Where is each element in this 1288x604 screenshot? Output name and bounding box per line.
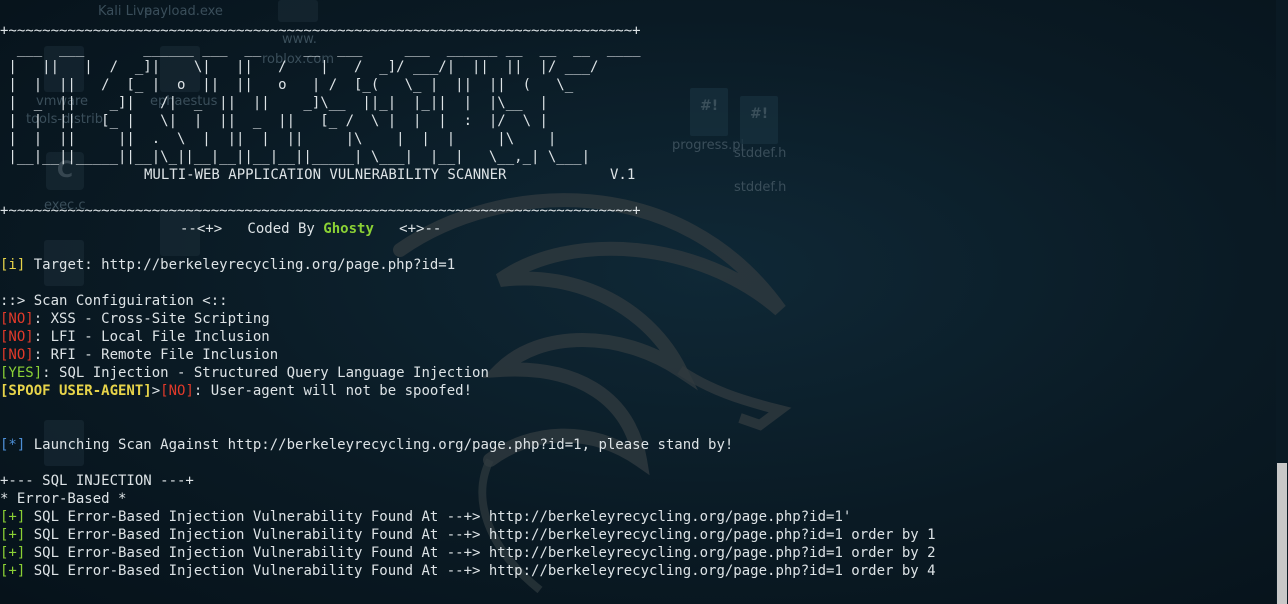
banner-border-bottom: +~~~~~~~~~~~~~~~~~~~~~~~~~~~~~~~~~~~~~~~… <box>0 203 641 219</box>
scrollbar-track[interactable] <box>1276 0 1288 604</box>
status-tag: [NO] <box>0 329 34 345</box>
error-based-header: * Error-Based * <box>0 491 127 507</box>
script-file-icon: #! <box>740 96 778 144</box>
status-tag: [NO] <box>0 311 34 327</box>
banner-art-line: | | || || . \ | || | || |\ | | | |\ | <box>0 131 557 147</box>
desktop-label: stddef.h <box>734 180 787 195</box>
desktop-label: payload.exe <box>144 4 223 19</box>
info-tag: [i] <box>0 257 26 273</box>
config-row: [YES]: SQL Injection - Structured Query … <box>0 365 489 381</box>
result-row: [+] SQL Error-Based Injection Vulnerabil… <box>0 545 936 561</box>
banner-art-line: | | || [_ | \| | || _ || [_ / \ | | | : … <box>0 113 548 129</box>
terminal-window[interactable]: Kali Live payload.exe www. roblox.com vm… <box>0 0 1288 604</box>
config-row: [NO]: LFI - Local File Inclusion <box>0 329 270 345</box>
target-line: [i] Target: http://berkeleyrecycling.org… <box>0 257 456 273</box>
desktop-label: progress.pl <box>672 138 745 153</box>
desktop-label: stddef.h <box>734 146 787 161</box>
result-row: [+] SQL Error-Based Injection Vulnerabil… <box>0 509 852 525</box>
desktop-label: Kali Live <box>98 4 153 19</box>
spoof-tag: [SPOOF USER-AGENT] <box>0 383 152 399</box>
found-tag: [+] <box>0 563 26 579</box>
folder-icon <box>278 0 318 22</box>
result-row: [+] SQL Error-Based Injection Vulnerabil… <box>0 527 936 543</box>
banner-art-line: | _ || _]| /| _ || || _]\__ ||_| |_|| | … <box>0 95 548 111</box>
found-tag: [+] <box>0 545 26 561</box>
banner-art-line: ___ ___ ______ ___ __ __ ___ ___ ______ … <box>0 41 641 57</box>
banner-art-line: | || | / _]| \| || / | / _]/ ___/| || ||… <box>0 59 599 75</box>
status-tag: [NO] <box>160 383 194 399</box>
found-tag: [+] <box>0 509 26 525</box>
scrollbar-thumb[interactable] <box>1277 463 1287 604</box>
banner-art-line: |__|__||_____||__|\_||__|__||__|__||____… <box>0 149 591 165</box>
sqli-header: +--- SQL INJECTION ---+ <box>0 473 194 489</box>
spoof-row: [SPOOF USER-AGENT]>[NO]: User-agent will… <box>0 383 473 399</box>
coded-by-line: --<+> Coded By Ghosty <+>-- <box>180 221 442 237</box>
script-file-icon: #! <box>690 88 728 136</box>
author-name: Ghosty <box>323 221 374 237</box>
config-row: [NO]: XSS - Cross-Site Scripting <box>0 311 270 327</box>
banner-subtitle: MULTI-WEB APPLICATION VULNERABILITY SCAN… <box>144 167 507 183</box>
result-row: [+] SQL Error-Based Injection Vulnerabil… <box>0 563 936 579</box>
launch-tag: [*] <box>0 437 26 453</box>
banner-art-line: | | || / [_ | o || || o | / [_( \_ | || … <box>0 77 574 93</box>
config-header: ::> Scan Configuiration <:: <box>0 293 228 309</box>
status-tag: [NO] <box>0 347 34 363</box>
launch-line: [*] Launching Scan Against http://berkel… <box>0 437 734 453</box>
status-tag: [YES] <box>0 365 43 381</box>
found-tag: [+] <box>0 527 26 543</box>
banner-border-top: +~~~~~~~~~~~~~~~~~~~~~~~~~~~~~~~~~~~~~~~… <box>0 23 641 39</box>
config-row: [NO]: RFI - Remote File Inclusion <box>0 347 279 363</box>
banner-version: V.1 <box>610 167 636 183</box>
